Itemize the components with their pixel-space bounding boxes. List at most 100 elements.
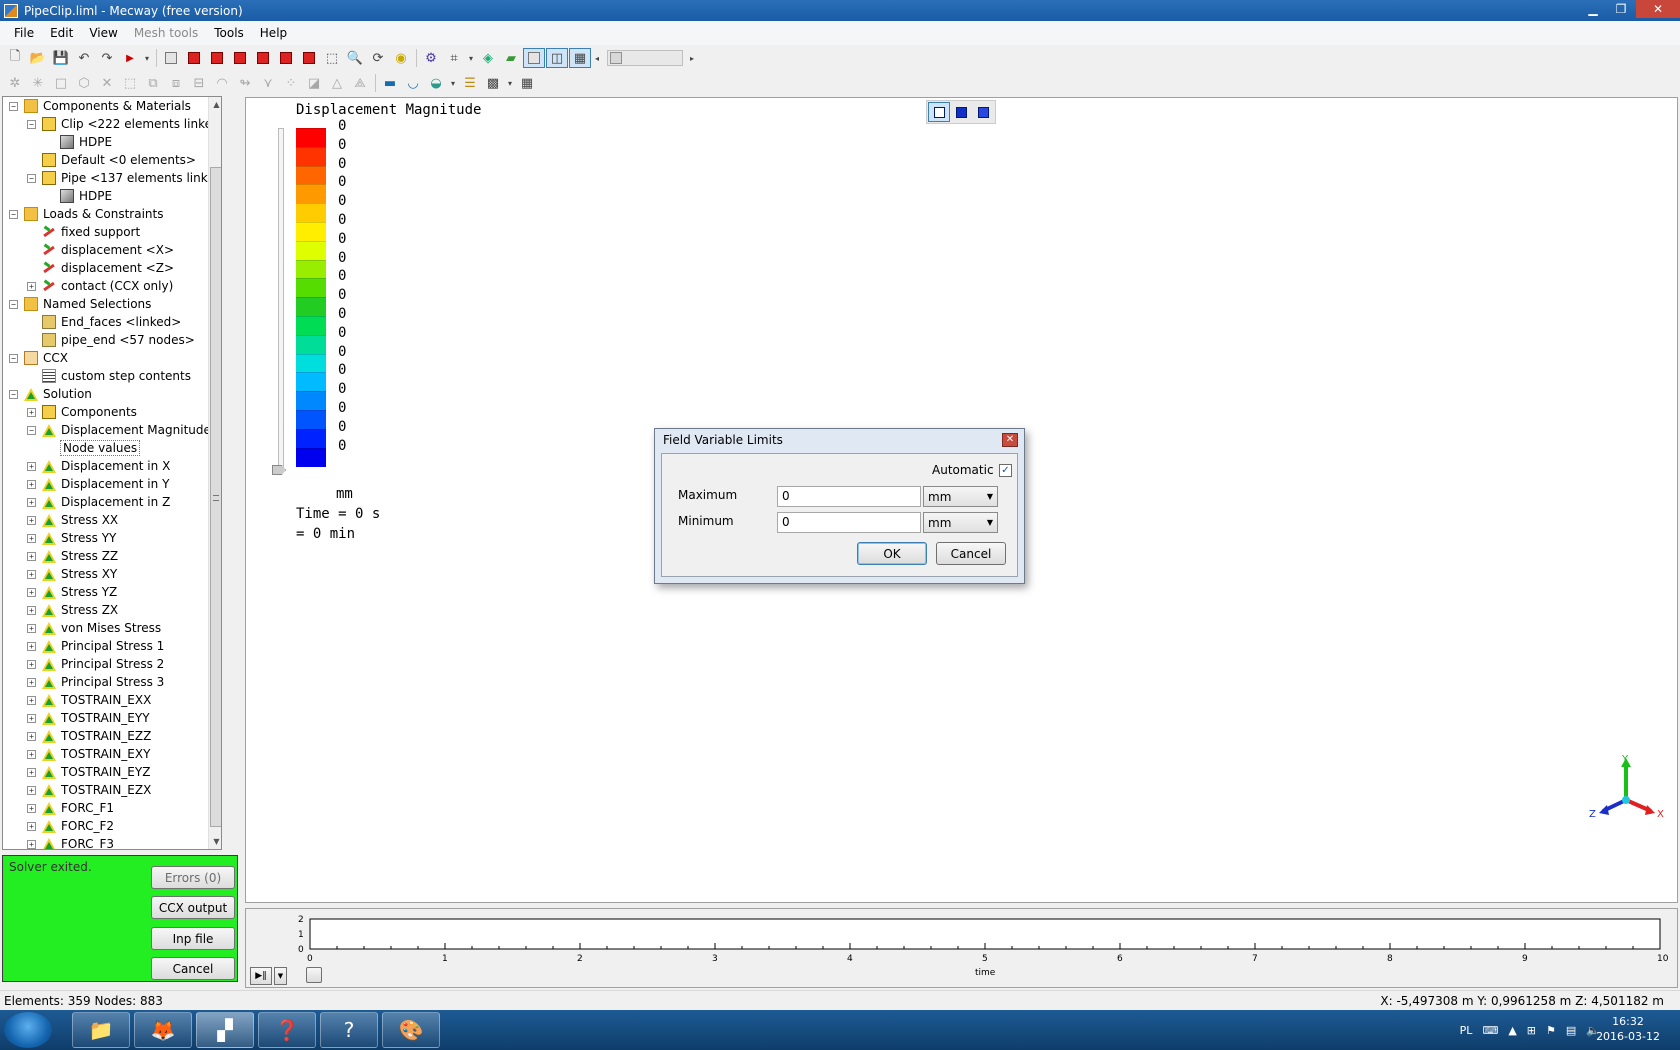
tree-item[interactable]: pipe_end <57 nodes>: [27, 331, 195, 349]
dropdown-arrow-icon[interactable]: ▾: [505, 73, 515, 93]
minimum-unit-select[interactable]: mm ▼: [923, 512, 998, 533]
firefox-taskbar-icon[interactable]: 🦊: [134, 1012, 192, 1048]
deform-icon[interactable]: ⚙: [420, 48, 442, 68]
time-step-slider[interactable]: [306, 967, 322, 983]
expand-icon[interactable]: +: [27, 749, 36, 759]
mecway-taskbar-icon[interactable]: ▞: [196, 1012, 254, 1048]
tree-item[interactable]: + Stress XY: [27, 565, 117, 583]
language-indicator[interactable]: PL: [1460, 1024, 1473, 1037]
tree-item[interactable]: − Clip <222 elements linked>: [27, 115, 221, 133]
network-icon[interactable]: ▤: [1566, 1024, 1576, 1037]
tree-item[interactable]: + TOSTRAIN_EXX: [27, 691, 151, 709]
slider-right-arrow-icon[interactable]: ▸: [687, 48, 697, 68]
help-file-taskbar-icon[interactable]: ❓: [258, 1012, 316, 1048]
tree-item[interactable]: + Stress XX: [27, 511, 118, 529]
volume-select-icon[interactable]: ⬡: [73, 73, 95, 93]
expand-icon[interactable]: +: [27, 695, 36, 705]
tree-scrollbar[interactable]: ▲ ▼: [208, 97, 221, 849]
right-view-icon[interactable]: [252, 48, 274, 68]
tree-item[interactable]: + TOSTRAIN_EYZ: [27, 763, 150, 781]
expand-icon[interactable]: +: [27, 731, 36, 741]
tree-item[interactable]: + Displacement in X: [27, 457, 170, 475]
action-center-icon[interactable]: ⚑: [1546, 1024, 1556, 1037]
refine-icon[interactable]: ◪: [303, 73, 325, 93]
help-taskbar-icon[interactable]: ?: [320, 1012, 378, 1048]
expand-icon[interactable]: +: [27, 497, 36, 507]
tree-item[interactable]: + Displacement in Y: [27, 475, 169, 493]
tree-item[interactable]: + contact (CCX only): [27, 277, 173, 295]
tree-item[interactable]: − Components & Materials: [9, 97, 191, 115]
close-window-button[interactable]: ✕: [1636, 0, 1680, 18]
tree-item[interactable]: Node values: [45, 439, 141, 457]
shaded-cube-icon[interactable]: [972, 102, 994, 122]
isometric-view-icon[interactable]: [160, 48, 182, 68]
maximum-unit-select[interactable]: mm ▼: [923, 486, 998, 507]
tree-item[interactable]: End_faces <linked>: [27, 313, 181, 331]
expand-icon[interactable]: +: [27, 713, 36, 723]
start-button[interactable]: [4, 1012, 52, 1048]
tree-item[interactable]: − Named Selections: [9, 295, 151, 313]
system-clock[interactable]: 16:32 2016-03-12: [1596, 1014, 1660, 1044]
menu-edit[interactable]: Edit: [42, 24, 81, 42]
section-icon[interactable]: ⌗: [443, 48, 465, 68]
tree-item[interactable]: + Principal Stress 3: [27, 673, 164, 691]
ok-button[interactable]: OK: [857, 542, 927, 565]
expand-icon[interactable]: +: [27, 641, 36, 651]
contour-icon[interactable]: ◈: [477, 48, 499, 68]
expand-icon[interactable]: +: [27, 839, 36, 849]
dropdown-arrow-icon[interactable]: ▾: [448, 73, 458, 93]
solver-cancel-button[interactable]: Cancel: [151, 957, 235, 980]
face-select-icon[interactable]: □: [50, 73, 72, 93]
tree-item[interactable]: HDPE: [45, 187, 112, 205]
curve-icon[interactable]: ◡: [402, 73, 424, 93]
expand-icon[interactable]: +: [27, 785, 36, 795]
legend-range-slider[interactable]: [272, 128, 286, 475]
expand-icon[interactable]: +: [27, 479, 36, 489]
delete-icon[interactable]: ✕: [96, 73, 118, 93]
zoom-window-icon[interactable]: ⬚: [321, 48, 343, 68]
tree-item[interactable]: + TOSTRAIN_EXY: [27, 745, 150, 763]
scroll-up-arrow-icon[interactable]: ▲: [209, 97, 221, 112]
dialog-cancel-button[interactable]: Cancel: [936, 542, 1006, 565]
tree-item[interactable]: + TOSTRAIN_EZZ: [27, 727, 151, 745]
tree-item[interactable]: + Principal Stress 2: [27, 655, 164, 673]
maximum-input[interactable]: 0: [777, 486, 921, 507]
inp-file-button[interactable]: Inp file: [151, 927, 235, 950]
back-view-icon[interactable]: [206, 48, 228, 68]
minimize-button[interactable]: ▁: [1580, 0, 1606, 18]
new-file-icon[interactable]: 🗋: [4, 48, 26, 68]
collapse-icon[interactable]: −: [9, 101, 18, 111]
expand-icon[interactable]: +: [27, 551, 36, 561]
expand-icon[interactable]: +: [27, 821, 36, 831]
zoom-icon[interactable]: 🔍: [344, 48, 366, 68]
expand-icon[interactable]: +: [27, 623, 36, 633]
save-icon[interactable]: 💾: [50, 48, 72, 68]
collapse-icon[interactable]: −: [9, 299, 18, 309]
explorer-taskbar-icon[interactable]: 📁: [72, 1012, 130, 1048]
timeline-plot[interactable]: 2100 1 2 3 4 5 6 7 8 9 10time: [246, 909, 1679, 989]
tree-item[interactable]: − Solution: [9, 385, 92, 403]
element-select-icon[interactable]: ✳: [27, 73, 49, 93]
left-view-icon[interactable]: [229, 48, 251, 68]
expand-icon[interactable]: +: [27, 587, 36, 597]
slider-left-arrow-icon[interactable]: ◂: [592, 48, 602, 68]
tree-item[interactable]: + FORC_F3: [27, 835, 114, 849]
legend-slider-handle[interactable]: [272, 465, 286, 475]
errors-button[interactable]: Errors (0): [151, 866, 235, 889]
revolve-icon[interactable]: ◠: [211, 73, 233, 93]
expand-icon[interactable]: +: [27, 407, 36, 417]
expand-icon[interactable]: +: [27, 803, 36, 813]
play-options-dropdown[interactable]: ▼: [274, 967, 287, 985]
tree-item[interactable]: + FORC_F2: [27, 817, 114, 835]
expand-icon[interactable]: +: [27, 659, 36, 669]
tree-item[interactable]: + Stress YY: [27, 529, 116, 547]
scroll-down-arrow-icon[interactable]: ▼: [209, 834, 221, 849]
keyboard-icon[interactable]: ⌨: [1482, 1024, 1498, 1037]
tree-item[interactable]: displacement <Z>: [27, 259, 174, 277]
tree-item[interactable]: + Stress ZZ: [27, 547, 118, 565]
dialog-close-icon[interactable]: ✕: [1002, 433, 1018, 447]
tree-item[interactable]: + Stress ZX: [27, 601, 118, 619]
outline-cube-icon[interactable]: [928, 102, 950, 122]
tree-item[interactable]: − Displacement Magnitude: [27, 421, 211, 439]
menu-file[interactable]: File: [6, 24, 42, 42]
